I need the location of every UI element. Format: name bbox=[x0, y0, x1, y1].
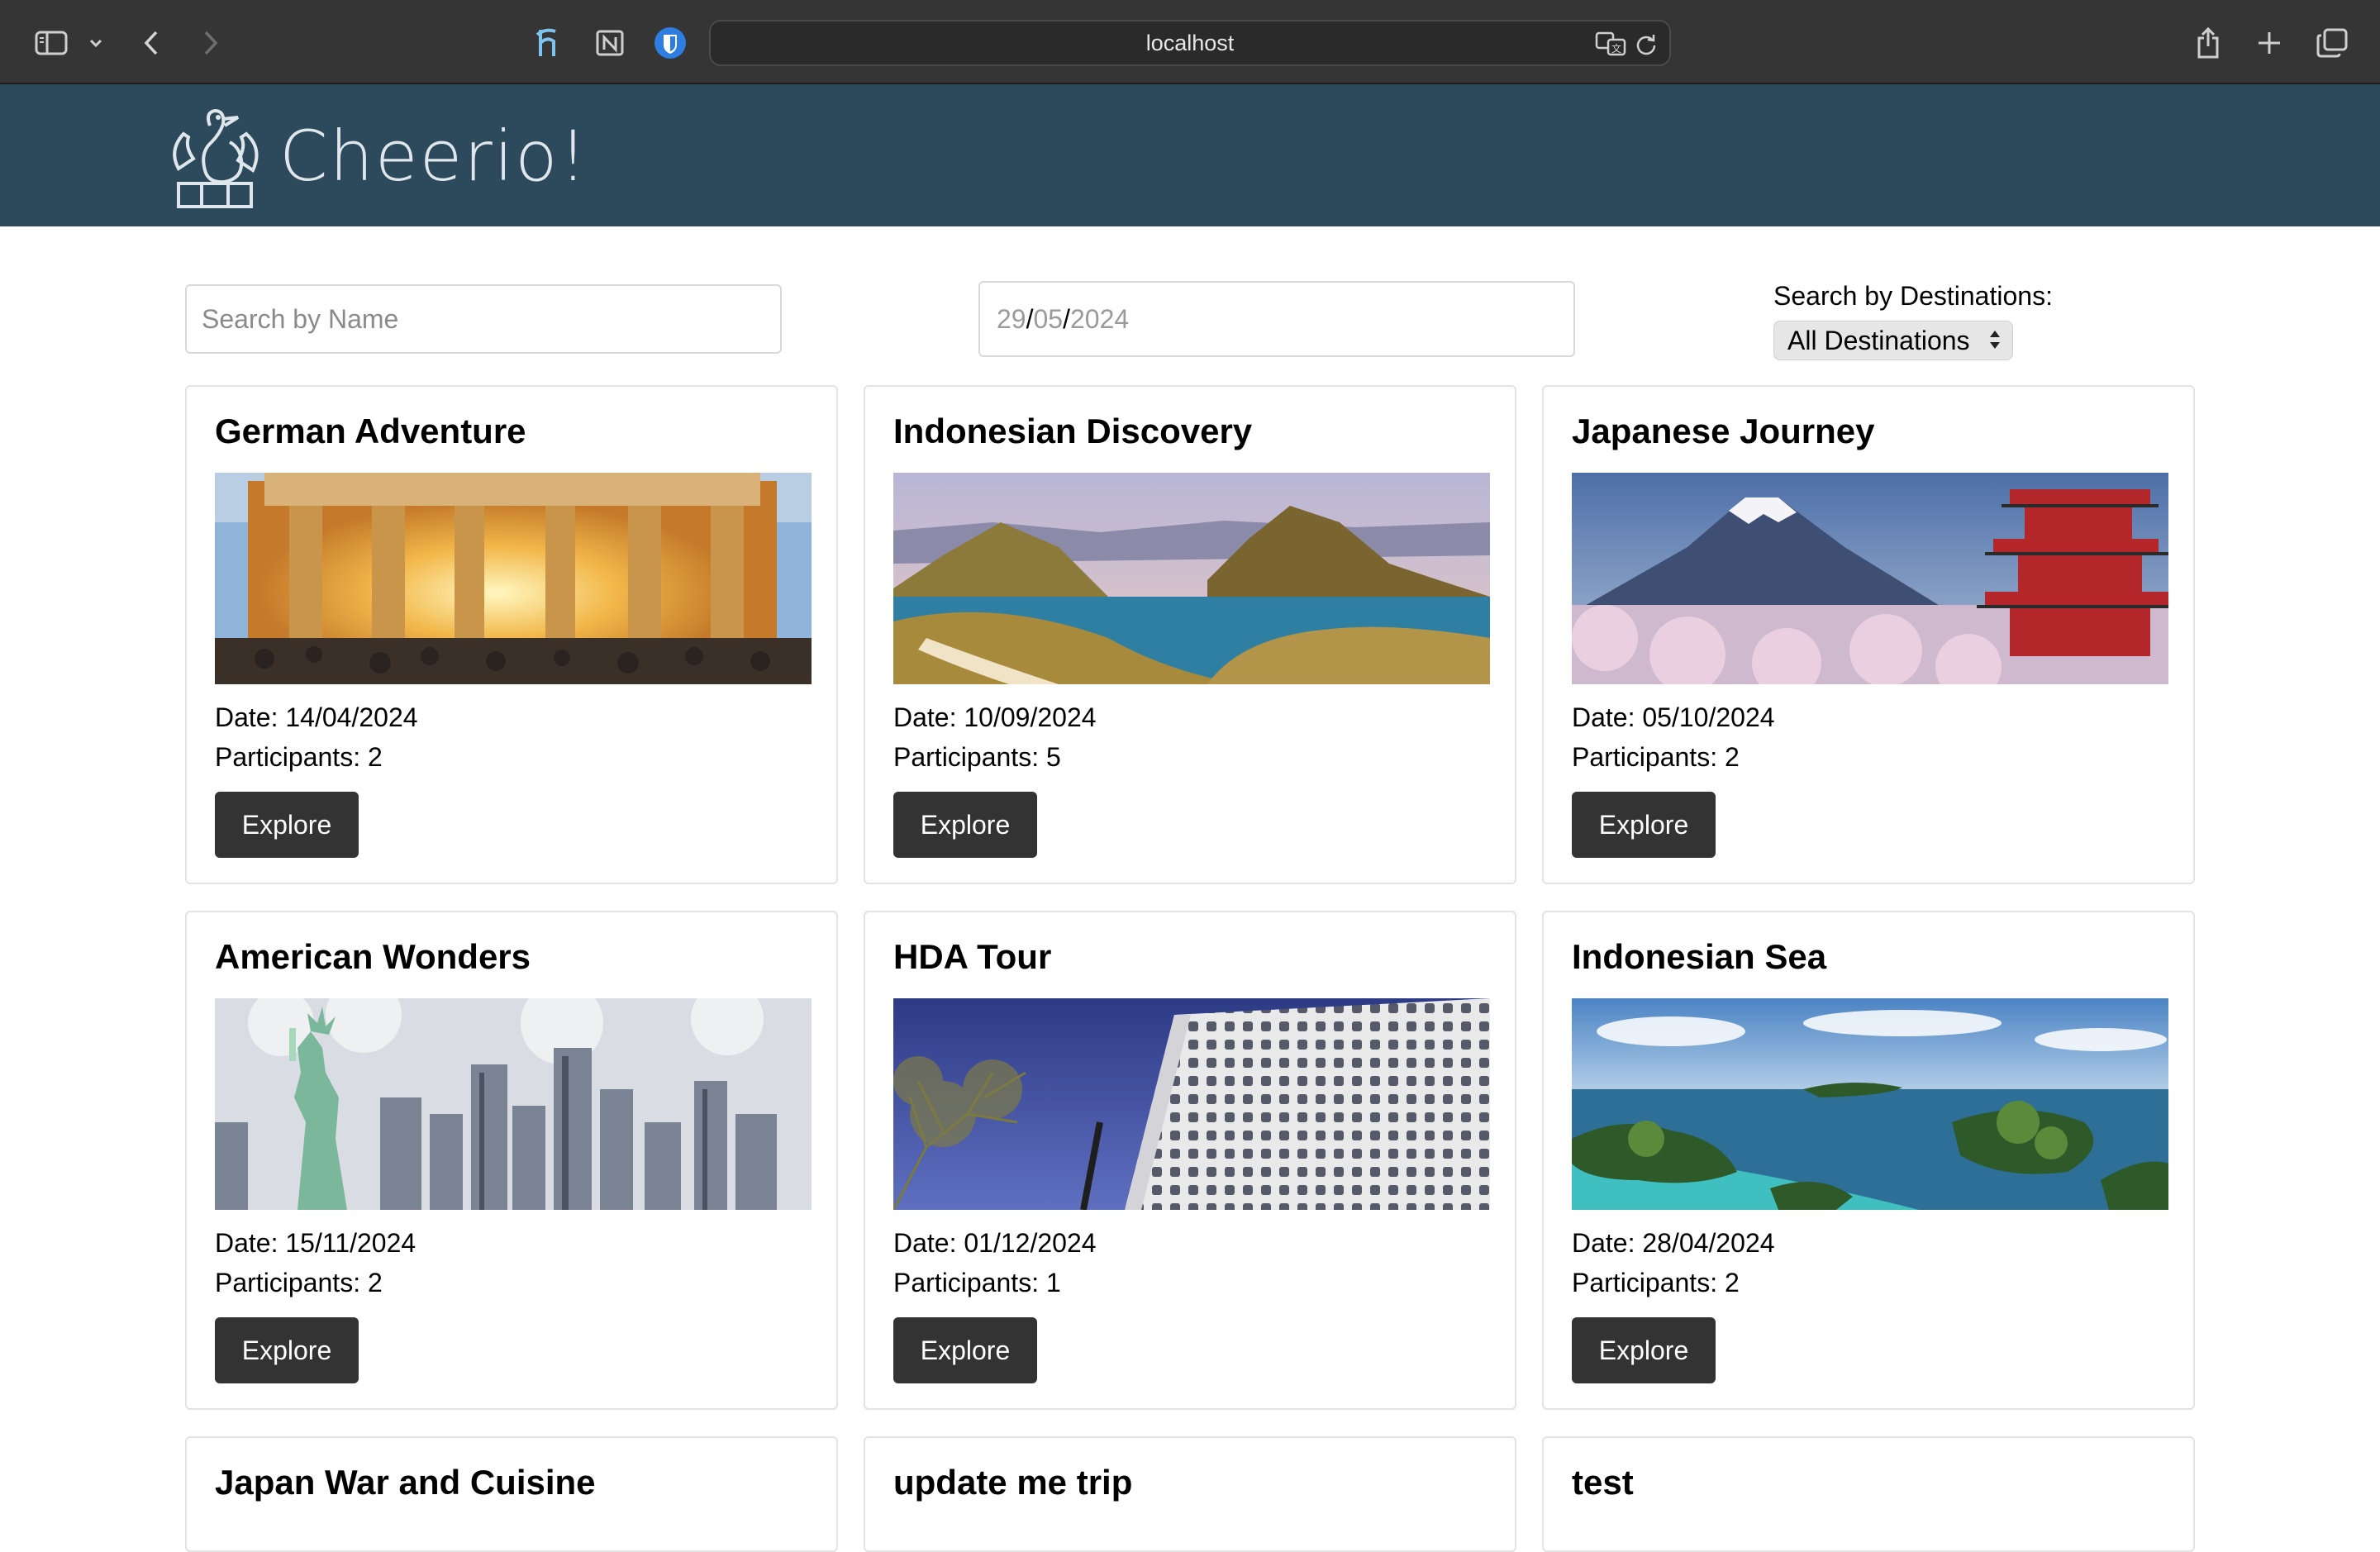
explore-button[interactable]: Explore bbox=[893, 1317, 1037, 1383]
honey-extension-icon[interactable] bbox=[532, 25, 565, 61]
trip-date: Date: 10/09/2024 bbox=[893, 702, 1097, 732]
svg-text:文: 文 bbox=[1611, 42, 1621, 55]
trip-image bbox=[1572, 473, 2168, 684]
trip-card: Indonesian Sea Date: 28/04/2024 Particip… bbox=[1542, 911, 2195, 1410]
trip-date: Date: 28/04/2024 bbox=[1572, 1228, 1775, 1258]
trip-participants: Participants: 2 bbox=[215, 742, 383, 772]
reload-icon[interactable] bbox=[1635, 32, 1658, 60]
trip-card: test bbox=[1542, 1436, 2195, 1552]
explore-button[interactable]: Explore bbox=[1572, 792, 1716, 858]
trip-date: Date: 05/10/2024 bbox=[1572, 702, 1775, 732]
explore-button[interactable]: Explore bbox=[1572, 1317, 1716, 1383]
trip-title: Japanese Journey bbox=[1572, 412, 1875, 450]
trip-title: update me trip bbox=[893, 1463, 1133, 1502]
trip-title: Indonesian Discovery bbox=[893, 412, 1253, 450]
trip-participants: Participants: 5 bbox=[893, 742, 1061, 772]
trip-participants: Participants: 2 bbox=[1572, 742, 1740, 772]
brand-name[interactable]: Cheerio! bbox=[279, 116, 588, 197]
select-arrows-icon bbox=[1990, 331, 2000, 349]
destinations-selected-value: All Destinations bbox=[1787, 325, 1970, 355]
trip-image bbox=[215, 998, 812, 1210]
date-month: 05 bbox=[1033, 303, 1064, 334]
trip-participants: Participants: 1 bbox=[893, 1268, 1061, 1297]
trip-image bbox=[215, 473, 812, 684]
trip-card: German Adventure Date: 14/04/2024 Partic… bbox=[185, 385, 838, 884]
translate-icon[interactable]: 文 bbox=[1595, 31, 1628, 60]
cheerio-logo-icon[interactable] bbox=[160, 101, 269, 210]
browser-toolbar: localhost 文 bbox=[0, 0, 2380, 84]
trip-title: American Wonders bbox=[215, 937, 531, 976]
trip-title: Japan War and Cuisine bbox=[215, 1463, 596, 1502]
forward-icon[interactable] bbox=[198, 25, 223, 61]
new-tab-icon[interactable] bbox=[2254, 25, 2284, 61]
date-separator: / bbox=[1026, 303, 1034, 334]
trip-date: Date: 01/12/2024 bbox=[893, 1228, 1097, 1258]
explore-button[interactable]: Explore bbox=[215, 792, 359, 858]
date-year: 2024 bbox=[1069, 303, 1130, 334]
trip-participants: Participants: 2 bbox=[1572, 1268, 1740, 1297]
tab-overview-icon[interactable] bbox=[2316, 25, 2349, 61]
sidebar-icon[interactable] bbox=[33, 25, 69, 61]
trip-card: Japan War and Cuisine bbox=[185, 1436, 838, 1552]
destinations-select[interactable]: All Destinations bbox=[1773, 321, 2013, 360]
bitwarden-extension-icon[interactable] bbox=[653, 25, 688, 61]
address-bar[interactable]: localhost 文 bbox=[709, 20, 1671, 66]
search-by-name-input[interactable] bbox=[185, 284, 782, 354]
trip-title: German Adventure bbox=[215, 412, 526, 450]
back-icon[interactable] bbox=[139, 25, 164, 61]
explore-button[interactable]: Explore bbox=[215, 1317, 359, 1383]
trip-image bbox=[1572, 998, 2168, 1210]
explore-button[interactable]: Explore bbox=[893, 792, 1037, 858]
url-text: localhost bbox=[1145, 30, 1235, 55]
trip-image bbox=[893, 473, 1490, 684]
trip-card: Indonesian Discovery Date: 10/09/2024 Pa… bbox=[864, 385, 1516, 884]
trip-date: Date: 14/04/2024 bbox=[215, 702, 418, 732]
trip-title: HDA Tour bbox=[893, 937, 1052, 976]
trip-image bbox=[893, 998, 1490, 1210]
date-separator: / bbox=[1063, 303, 1070, 334]
trip-title: Indonesian Sea bbox=[1572, 937, 1827, 976]
date-day: 29 bbox=[997, 303, 1026, 334]
chevron-down-icon[interactable] bbox=[86, 25, 106, 61]
notion-extension-icon[interactable] bbox=[593, 25, 626, 61]
trip-card: American Wonders Date: 15/11/2024 Partic… bbox=[185, 911, 838, 1410]
trip-card: Japanese Journey Date: 05/10/2024 Partic… bbox=[1542, 385, 2195, 884]
trip-participants: Participants: 2 bbox=[215, 1268, 383, 1297]
trip-card: HDA Tour Date: 01/12/2024 Participants: … bbox=[864, 911, 1516, 1410]
share-icon[interactable] bbox=[2193, 25, 2223, 61]
date-filter-input[interactable]: 29/05/2024 bbox=[978, 281, 1575, 357]
destinations-label: Search by Destinations: bbox=[1773, 281, 2053, 311]
trip-card: update me trip bbox=[864, 1436, 1516, 1552]
site-header: Cheerio! bbox=[0, 84, 2380, 226]
trip-title: test bbox=[1572, 1463, 1634, 1502]
trip-date: Date: 15/11/2024 bbox=[215, 1228, 416, 1258]
